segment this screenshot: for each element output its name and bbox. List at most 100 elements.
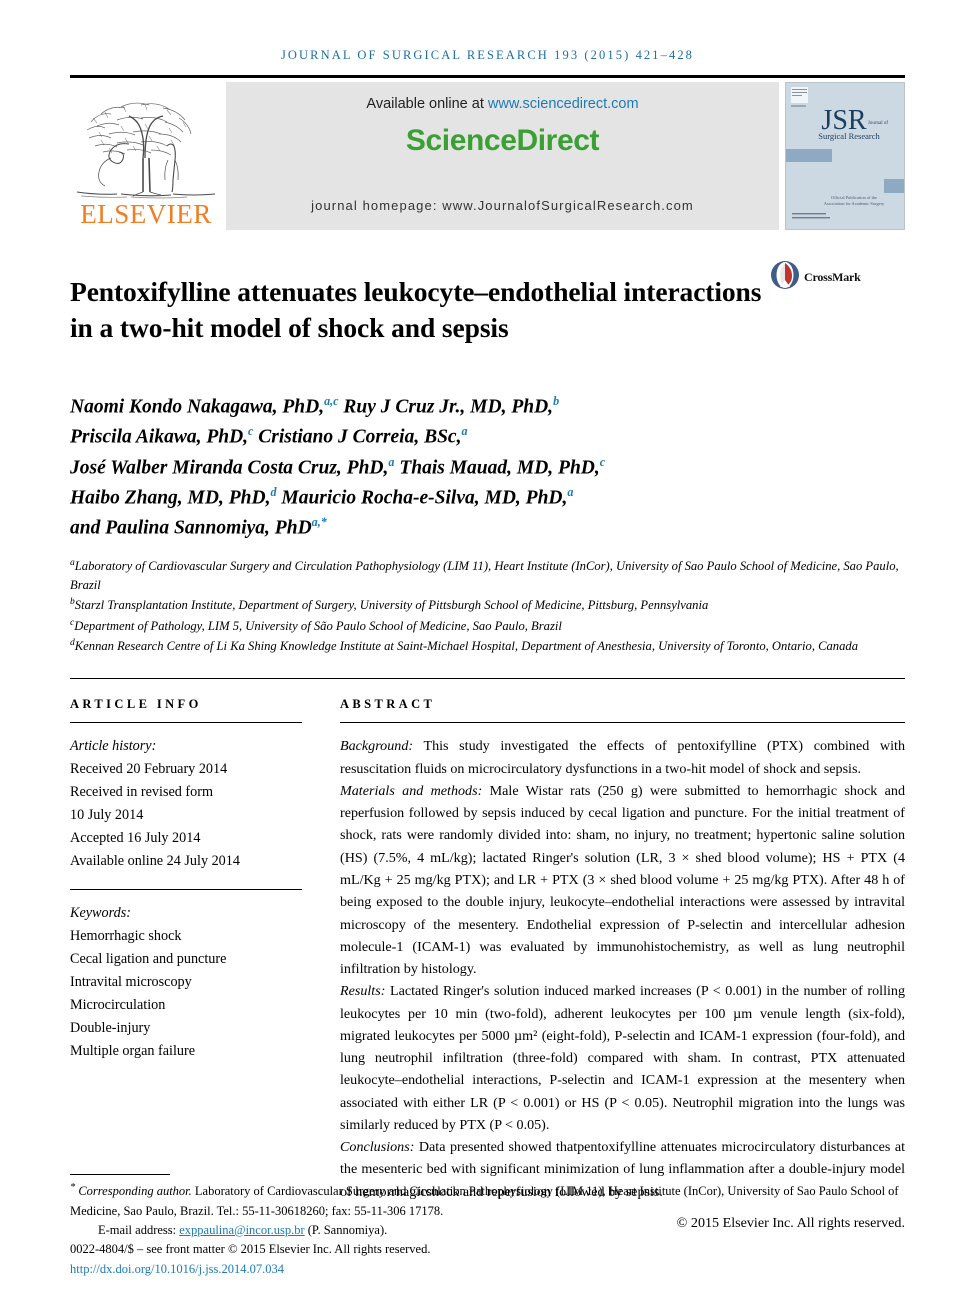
keyword-item: Intravital microscopy [70, 974, 192, 991]
author-names: Haibo Zhang, MD, PhD, [70, 487, 271, 509]
article-history: Article history: Received 20 February 20… [70, 735, 302, 873]
abstract-section: Background: This study investigated the … [340, 735, 905, 780]
abstract-column: ABSTRACT Background: This study investig… [322, 697, 905, 1234]
author-names: Thais Mauad, MD, PhD, [394, 457, 600, 479]
svg-text:Official Publication of the: Official Publication of the [831, 195, 877, 200]
affiliation-text: Kennan Research Centre of Li Ka Shing Kn… [74, 639, 858, 654]
email-suffix: (P. Sannomiya). [304, 1222, 388, 1237]
elsevier-logo: ELSEVIER [70, 82, 222, 230]
crossmark-badge[interactable]: CrossMark [770, 260, 862, 295]
journal-homepage-line: journal homepage: www.JournalofSurgicalR… [311, 198, 694, 213]
author-names: and Paulina Sannomiya, PhD [70, 517, 312, 539]
author-affiliation-marker: a,* [311, 514, 327, 529]
affiliation-text: Starzl Transplantation Institute, Depart… [74, 598, 709, 613]
affiliation-item: cDepartment of Pathology, LIM 5, Univers… [70, 616, 900, 636]
crossmark-label: CrossMark [804, 270, 861, 284]
svg-text:Surgical Research: Surgical Research [818, 131, 880, 141]
history-item: Received in revised form [70, 784, 214, 801]
page-footer: * Corresponding author. Laboratory of Ca… [70, 1173, 905, 1279]
crossmark-icon [770, 260, 800, 295]
affiliation-item: aLaboratory of Cardiovascular Surgery an… [70, 556, 900, 595]
keywords-block: Keywords: Hemorrhagic shock Cecal ligati… [70, 902, 302, 1063]
author-line: Priscila Aikawa, PhD,c Cristiano J Corre… [70, 422, 730, 452]
journal-cover-thumbnail: JSR Journal of Surgical Research Officia… [785, 82, 905, 230]
history-item: Received 20 February 2014 [70, 761, 228, 778]
history-item: 10 July 2014 [70, 807, 144, 824]
affiliation-item: bStarzl Transplantation Institute, Depar… [70, 595, 900, 615]
author-line: Haibo Zhang, MD, PhD,d Mauricio Rocha-e-… [70, 483, 730, 513]
keywords-label: Keywords: [70, 905, 131, 922]
author-affiliation-marker: b [553, 394, 560, 409]
abstract-section: Results: Lactated Ringer's solution indu… [340, 980, 905, 1136]
author-line: Naomi Kondo Nakagawa, PhD,a,c Ruy J Cruz… [70, 392, 730, 422]
corresponding-author-label: Corresponding author. [78, 1184, 192, 1199]
author-names: Priscila Aikawa, PhD, [70, 426, 249, 448]
keyword-item: Multiple organ failure [70, 1043, 196, 1060]
affiliations: aLaboratory of Cardiovascular Surgery an… [70, 556, 900, 656]
author-affiliation-marker: c [599, 454, 606, 469]
article-info-heading: ARTICLE INFO [70, 697, 202, 712]
corresponding-marker: * [70, 1181, 76, 1193]
email-label: E-mail address: [98, 1222, 180, 1237]
info-abstract-divider [70, 678, 905, 680]
history-item: Accepted 16 July 2014 [70, 830, 201, 847]
abstract-section-text: This study investigated the effects of p… [340, 738, 905, 777]
title-row: Pentoxifylline attenuates leukocyte–endo… [70, 256, 905, 364]
doi-line: http://dx.doi.org/10.1016/j.jss.2014.07.… [70, 1260, 905, 1279]
sciencedirect-logo: ScienceDirect [405, 124, 600, 157]
article-first-page: JOURNAL OF SURGICAL RESEARCH 193 (2015) … [0, 0, 975, 1305]
svg-text:Association for Academic Surge: Association for Academic Surgery [824, 201, 885, 206]
abstract-section-text: Male Wistar rats (250 g) were submitted … [340, 782, 905, 978]
abstract-rule [340, 722, 905, 724]
corresponding-author-address: Laboratory of Cardiovascular Surgery and… [70, 1184, 899, 1218]
author-line: and Paulina Sannomiya, PhDa,* [70, 513, 730, 543]
running-head: JOURNAL OF SURGICAL RESEARCH 193 (2015) … [280, 48, 695, 62]
keyword-item: Microcirculation [70, 997, 166, 1014]
masthead: ELSEVIER Available online at www.science… [70, 82, 905, 230]
author-line: José Walber Miranda Costa Cruz, PhD,a Th… [70, 453, 730, 483]
affiliation-item: dKennan Research Centre of Li Ka Shing K… [70, 636, 900, 656]
keywords-divider [70, 889, 302, 891]
header-divider [70, 75, 905, 78]
issn-copyright-line: 0022-4804/$ – see front matter © 2015 El… [70, 1242, 431, 1257]
author-affiliation-marker: a [461, 424, 468, 439]
corresponding-author-note: * Corresponding author. Laboratory of Ca… [70, 1180, 905, 1221]
abstract-section-label: Materials and methods: [340, 782, 483, 799]
abstract-body: Background: This study investigated the … [340, 735, 905, 1234]
available-online-text: Available online at [366, 96, 488, 112]
abstract-section: Materials and methods: Male Wistar rats … [340, 780, 905, 980]
info-abstract-columns: ARTICLE INFO Article history: Received 2… [70, 697, 905, 1234]
sciencedirect-banner: Available online at www.sciencedirect.co… [226, 82, 779, 230]
history-item: Available online 24 July 2014 [70, 853, 240, 870]
footnote-divider [70, 1173, 170, 1175]
keyword-item: Hemorrhagic shock [70, 928, 182, 945]
abstract-heading: ABSTRACT [340, 697, 436, 712]
abstract-section-label: Results: [340, 983, 386, 1000]
author-affiliation-marker: a [567, 484, 574, 499]
svg-text:Journal of: Journal of [868, 121, 888, 126]
available-online-line: Available online at www.sciencedirect.co… [366, 96, 638, 112]
article-history-label: Article history: [70, 738, 157, 755]
abstract-section-text: Lactated Ringer's solution induced marke… [340, 983, 905, 1133]
keyword-item: Double-injury [70, 1020, 151, 1037]
elsevier-tree-icon [71, 88, 221, 200]
author-names: Mauricio Rocha-e-Silva, MD, PhD, [276, 487, 568, 509]
article-info-rule [70, 722, 302, 724]
elsevier-wordmark: ELSEVIER [80, 199, 212, 229]
author-list: Naomi Kondo Nakagawa, PhD,a,c Ruy J Cruz… [70, 392, 730, 543]
email-link[interactable]: exppaulina@incor.usp.br [179, 1223, 304, 1237]
author-names: José Walber Miranda Costa Cruz, PhD, [70, 457, 389, 479]
abstract-section-label: Background: [340, 738, 414, 755]
keyword-item: Cecal ligation and puncture [70, 951, 227, 968]
abstract-section-label: Conclusions: [340, 1139, 415, 1156]
sciencedirect-url-link[interactable]: www.sciencedirect.com [488, 96, 639, 112]
author-names: Ruy J Cruz Jr., MD, PhD, [338, 396, 554, 418]
article-info-column: ARTICLE INFO Article history: Received 2… [70, 697, 322, 1234]
author-affiliation-marker: a,c [324, 394, 339, 409]
affiliation-text: Laboratory of Cardiovascular Surgery and… [70, 559, 899, 593]
email-note: E-mail address: exppaulina@incor.usp.br … [70, 1221, 905, 1240]
doi-link[interactable]: http://dx.doi.org/10.1016/j.jss.2014.07.… [70, 1262, 284, 1276]
author-names: Naomi Kondo Nakagawa, PhD, [70, 396, 325, 418]
author-names: Cristiano J Correia, BSc, [253, 426, 462, 448]
page-title: Pentoxifylline attenuates leukocyte–endo… [70, 276, 762, 344]
